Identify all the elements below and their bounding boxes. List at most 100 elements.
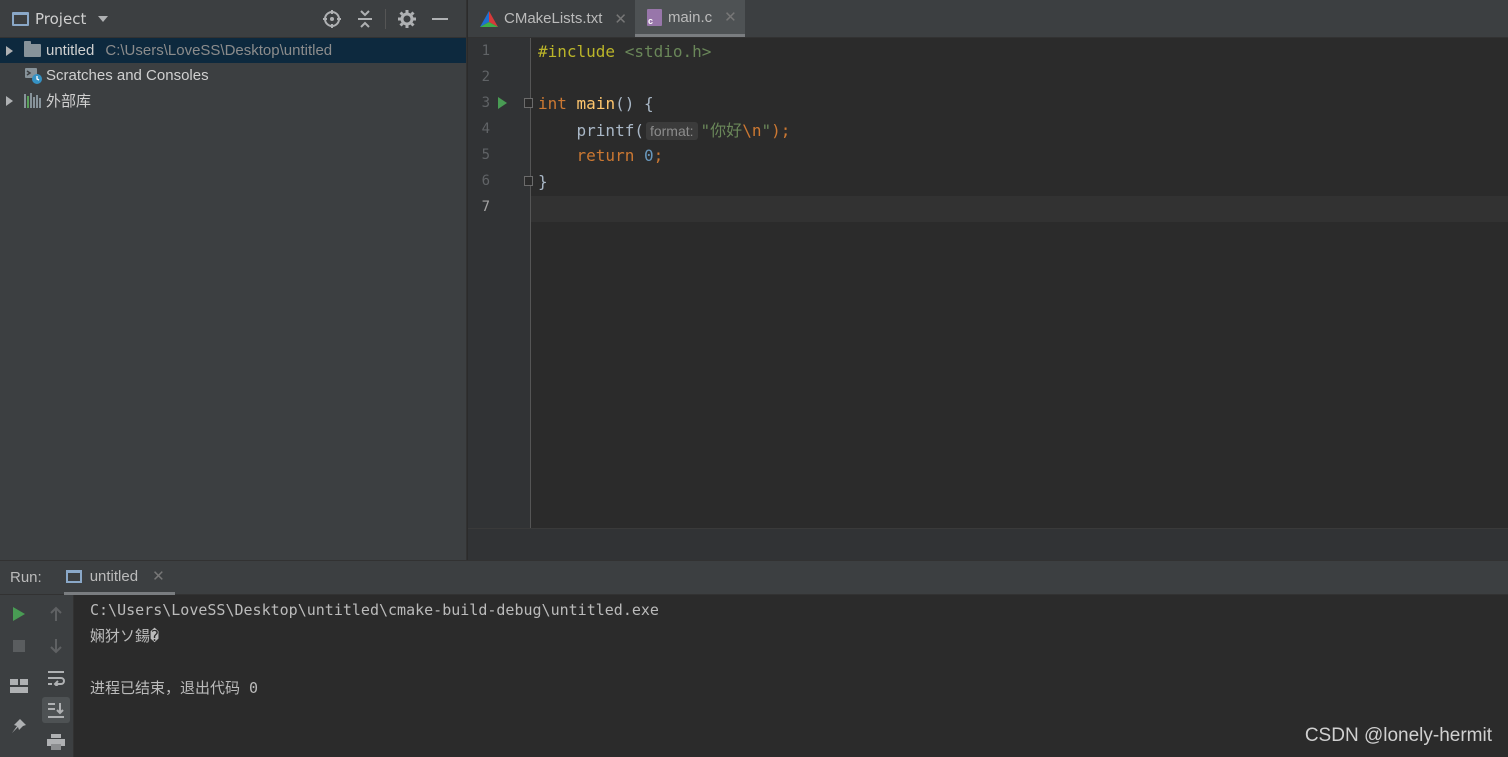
tab-main-c[interactable]: c main.c ✕: [634, 0, 745, 37]
code-token: "你好: [700, 121, 743, 140]
fold-icon[interactable]: [524, 98, 533, 108]
project-window-icon: [12, 11, 29, 26]
code-token: ": [761, 121, 772, 140]
editor-tab-bar: CMakeLists.txt ✕ c main.c ✕: [468, 0, 1508, 38]
console-line: C:\Users\LoveSS\Desktop\untitled\cmake-b…: [90, 601, 659, 619]
code-token: ;: [653, 145, 664, 165]
project-title: Project: [35, 9, 87, 28]
code-line: 5 return 0;: [468, 142, 1508, 168]
run-header: Run: untitled ✕: [0, 561, 1508, 595]
code-token: return: [576, 145, 635, 165]
scratches-icon: [25, 67, 42, 84]
minimize-icon: [431, 17, 448, 20]
watermark: CSDN @lonely-hermit: [1304, 725, 1492, 746]
line-number: 3: [481, 95, 490, 111]
code-line: 4 printf(format: "你好\n");: [468, 116, 1508, 142]
previous-occurrence-button[interactable]: [42, 601, 70, 627]
pin-tab-button[interactable]: [5, 713, 33, 739]
code-token: int: [538, 93, 567, 113]
code-editor[interactable]: 1 #include <stdio.h> 2 3 int main() { 4 …: [468, 38, 1508, 528]
code-text: }: [538, 172, 548, 191]
settings-button[interactable]: [390, 4, 423, 34]
print-button[interactable]: [42, 729, 70, 755]
soft-wrap-icon: [48, 671, 65, 686]
code-token: }: [538, 171, 548, 191]
tree-item-path: C:\Users\LoveSS\Desktop\untitled: [105, 42, 333, 59]
close-icon[interactable]: ✕: [724, 8, 737, 26]
c-file-icon: c: [646, 8, 662, 26]
soft-wrap-button[interactable]: [42, 665, 70, 691]
code-token: main: [576, 93, 616, 113]
run-tab-untitled[interactable]: untitled ✕: [63, 561, 175, 595]
tree-item-external-libraries[interactable]: 外部库: [0, 88, 466, 113]
editor-footer: [468, 528, 1508, 560]
expand-arrow-icon[interactable]: [6, 95, 13, 106]
tab-cmakelists[interactable]: CMakeLists.txt ✕: [468, 0, 635, 37]
cmake-icon: [480, 10, 498, 27]
code-token: #include: [538, 41, 616, 61]
line-number: 2: [481, 69, 490, 85]
locate-file-button[interactable]: [315, 4, 348, 34]
tree-item-label: Scratches and Consoles: [46, 67, 209, 84]
code-token: <stdio.h>: [624, 41, 712, 61]
code-text: int main() {: [538, 94, 654, 113]
console-line: 进程已结束，退出代码 0: [90, 679, 259, 697]
run-toolbar-secondary: [38, 595, 74, 757]
tab-label: CMakeLists.txt: [504, 10, 603, 27]
project-tree: untitled C:\Users\LoveSS\Desktop\untitle…: [0, 38, 466, 113]
code-token: );: [771, 121, 791, 140]
collapse-all-button[interactable]: [348, 4, 381, 34]
close-icon[interactable]: ✕: [614, 10, 627, 28]
code-token: 0: [643, 145, 654, 165]
chevron-down-icon: [98, 15, 109, 22]
line-number: 5: [481, 147, 490, 163]
line-number: 7: [481, 199, 490, 215]
console-icon: [65, 569, 82, 583]
arrow-up-icon: [50, 606, 62, 621]
run-toolbar-primary: [0, 595, 38, 757]
editor-area: CMakeLists.txt ✕ c main.c ✕ 1 #include <…: [468, 0, 1508, 560]
scroll-to-end-icon: [48, 703, 64, 718]
collapse-all-icon: [357, 9, 372, 28]
run-tab-label: untitled: [89, 567, 139, 585]
console-line: 娴犲ソ鍚�: [90, 627, 160, 645]
tab-label: main.c: [667, 8, 713, 26]
fold-icon[interactable]: [524, 176, 533, 186]
run-tool-window: Run: untitled ✕ C:\Users\LoveSS\Desktop\…: [0, 560, 1508, 757]
libraries-icon: [24, 93, 41, 108]
layout-icon: [10, 679, 28, 693]
layout-button[interactable]: [5, 673, 33, 699]
line-number: 6: [481, 173, 490, 189]
code-token: \n: [742, 121, 762, 140]
tree-item-scratches[interactable]: Scratches and Consoles: [0, 63, 466, 88]
project-view-selector[interactable]: Project: [12, 9, 109, 28]
code-token: () {: [615, 93, 654, 113]
toolbar-divider: [385, 8, 386, 29]
printer-icon: [47, 734, 65, 750]
hide-panel-button[interactable]: [423, 4, 456, 34]
code-text: printf(format: "你好\n");: [538, 117, 790, 141]
expand-arrow-icon[interactable]: [6, 45, 13, 56]
code-line: 1 #include <stdio.h>: [468, 38, 1508, 64]
run-gutter-icon[interactable]: [498, 97, 507, 109]
stop-button[interactable]: [5, 633, 33, 659]
tree-item-untitled[interactable]: untitled C:\Users\LoveSS\Desktop\untitle…: [0, 38, 466, 63]
crosshair-icon: [322, 9, 341, 28]
pin-icon: [12, 719, 26, 733]
console-output[interactable]: C:\Users\LoveSS\Desktop\untitled\cmake-b…: [90, 597, 659, 701]
code-line: 6 }: [468, 168, 1508, 194]
run-label: Run:: [10, 569, 42, 586]
rerun-button[interactable]: [5, 601, 33, 627]
scroll-to-end-button[interactable]: [42, 697, 70, 723]
tree-item-label: untitled: [46, 42, 95, 59]
project-tool-window: Project untitled C:\Users\LoveSS\Desktop…: [0, 0, 467, 560]
next-occurrence-button[interactable]: [42, 633, 70, 659]
tree-item-label: 外部库: [46, 93, 92, 110]
line-number: 1: [481, 43, 490, 59]
close-icon[interactable]: ✕: [152, 567, 165, 585]
play-icon: [13, 607, 25, 621]
stop-icon: [13, 640, 25, 652]
folder-icon: [24, 41, 41, 57]
